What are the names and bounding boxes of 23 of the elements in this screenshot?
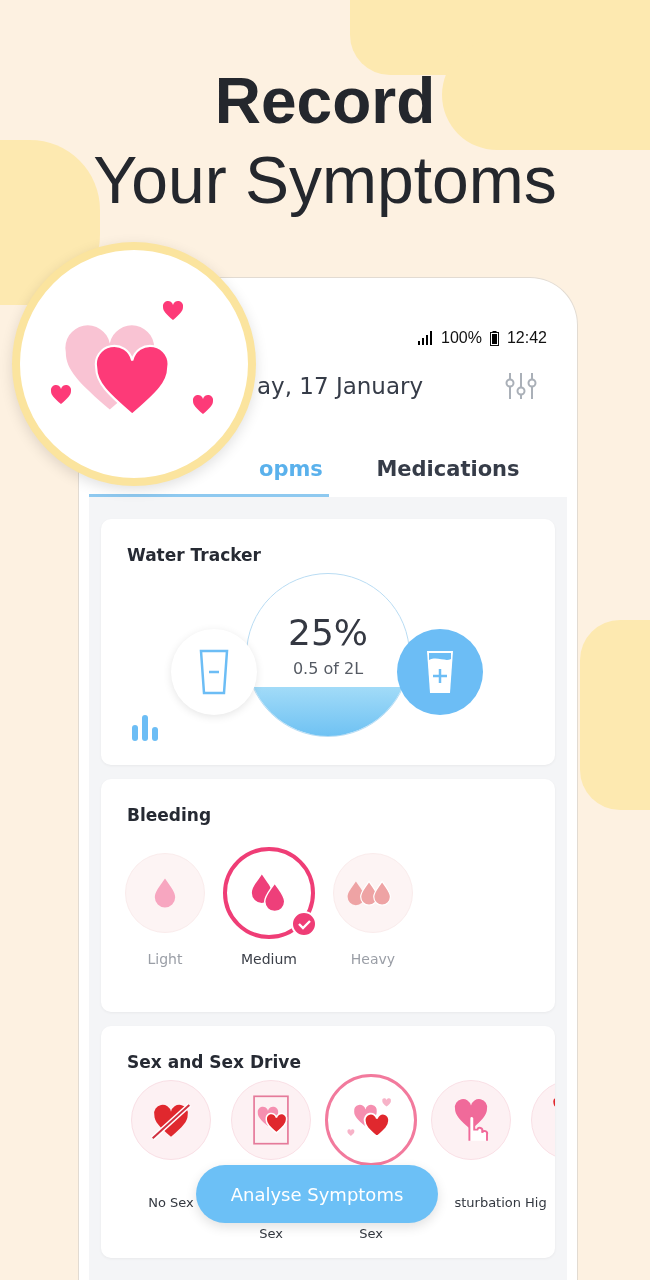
glass-minus-icon [199,649,229,695]
option-label: sturbation [454,1194,521,1212]
clock: 12:42 [506,329,547,347]
card-title: Water Tracker [127,545,262,565]
date-title: ay, 17 January [257,373,424,399]
battery-percent: 100% [441,329,482,347]
subheadline: Your Symptoms [93,142,557,219]
sliders-icon[interactable] [505,371,537,401]
battery-icon [489,330,499,346]
water-amount: 0.5 of 2L [292,659,364,678]
card-title: Sex and Sex Drive [127,1052,302,1072]
option-label: Hig [525,1194,547,1212]
bar-chart-icon[interactable] [131,713,159,741]
signal-icon [417,331,434,345]
analyse-symptoms-button[interactable]: Analyse Symptoms [196,1165,438,1223]
option-label: No Sex [148,1194,194,1212]
check-icon [291,911,317,937]
crossed-heart-icon [149,1100,193,1140]
glass-plus-icon [425,649,455,695]
water-percent: 25% [288,612,368,653]
tab[interactable]: Medications [329,443,567,497]
card-title: Bleeding [127,805,213,825]
headline: Record [214,66,436,136]
